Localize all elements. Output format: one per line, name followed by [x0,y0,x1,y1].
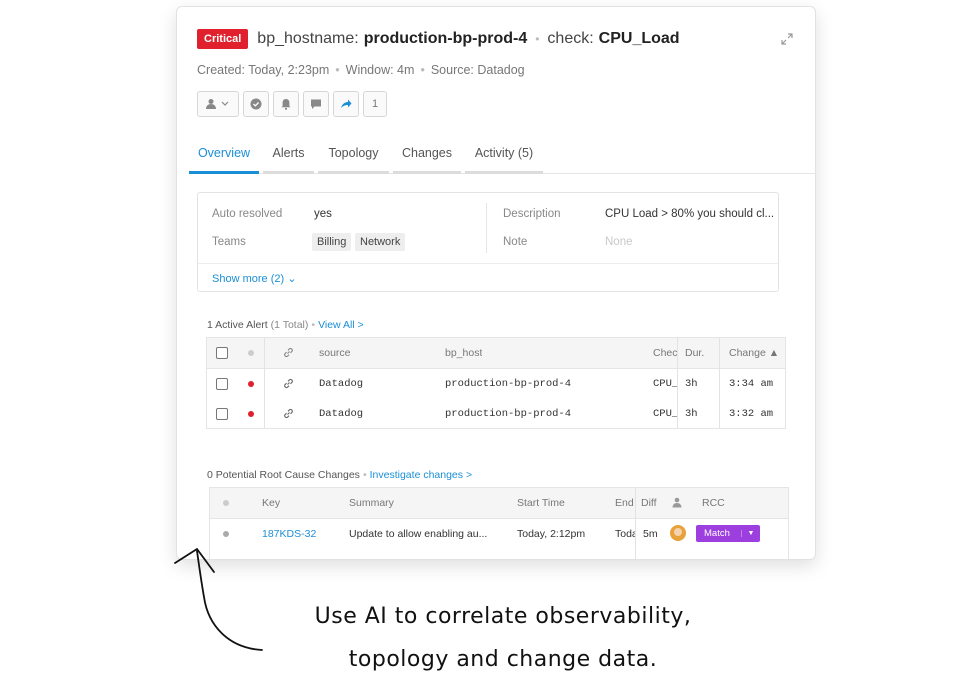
caption-line-2: topology and change data. [348,647,658,672]
caption-line-1: Use AI to correlate observability, [314,604,692,629]
hand-drawn-arrow [174,548,263,651]
